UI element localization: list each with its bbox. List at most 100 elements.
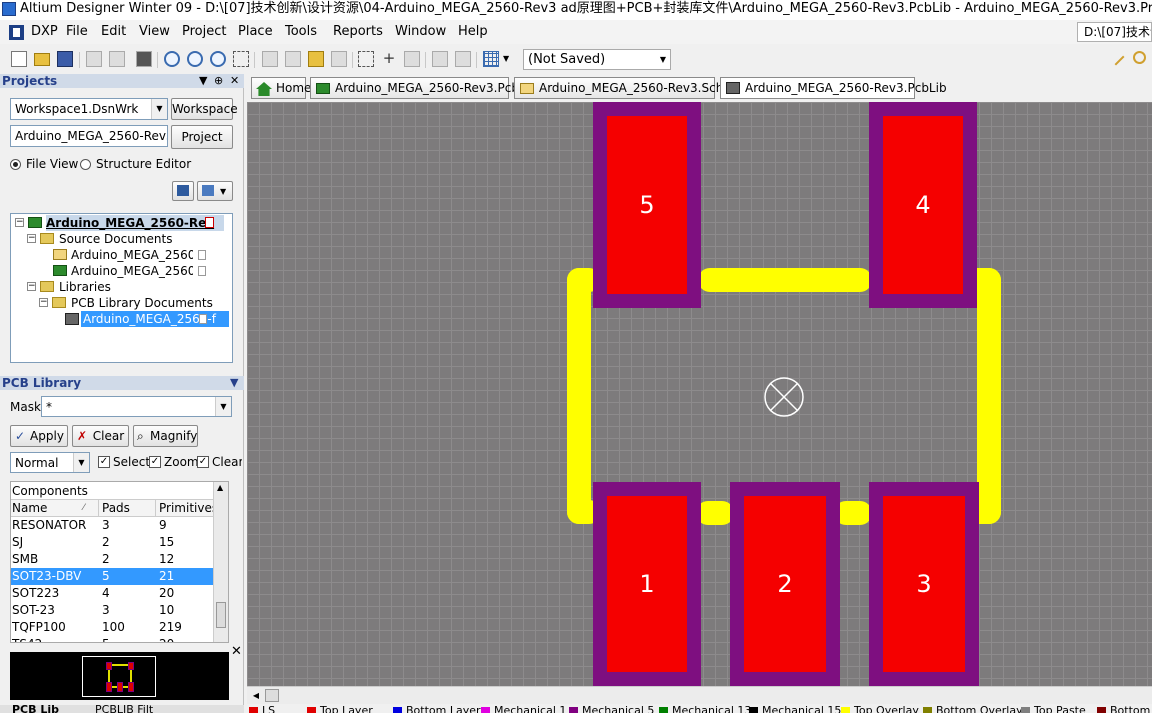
print-icon[interactable] — [86, 51, 102, 67]
dxp-icon[interactable] — [9, 25, 24, 40]
grid-icon[interactable] — [483, 51, 499, 67]
layer-tab[interactable]: LS — [249, 704, 275, 713]
structure-editor-radio[interactable] — [80, 159, 91, 170]
close-icon[interactable]: ✕ — [231, 644, 242, 659]
tree-doc-schdoc[interactable]: Arduino_MEGA_2560-Re — [53, 247, 223, 263]
rubber-stamp-icon[interactable] — [331, 51, 347, 67]
project-field[interactable]: Arduino_MEGA_2560-Rev3.PrjP — [10, 125, 168, 147]
layer-tab[interactable]: Mechanical 1 — [481, 704, 566, 713]
menu-place[interactable]: Place — [238, 20, 273, 44]
paste-icon[interactable] — [308, 51, 324, 67]
mask-combo[interactable]: * ▼ — [41, 396, 232, 417]
tree-doc-pcbdoc[interactable]: Arduino_MEGA_2560-Re — [53, 263, 223, 279]
layer-stack-icon[interactable] — [136, 51, 152, 67]
pad-1[interactable]: 1 — [593, 482, 701, 686]
pad-5[interactable]: 5 — [593, 102, 701, 308]
new-document-icon[interactable] — [11, 51, 27, 67]
pin-icon[interactable]: ⊕ — [214, 74, 223, 88]
pencil-icon[interactable] — [1107, 48, 1125, 66]
clear-existing-checkbox[interactable]: ✓ — [197, 456, 209, 468]
column-header-primitives[interactable]: Primitives — [159, 500, 218, 517]
zoom-checkbox[interactable]: ✓ — [149, 456, 161, 468]
tree-project[interactable]: − Arduino_MEGA_2560-Rev — [15, 215, 230, 231]
menu-file[interactable]: File — [66, 20, 88, 44]
tab-home[interactable]: Home — [251, 77, 311, 99]
workspace-button[interactable]: Workspace — [171, 98, 238, 120]
save-icon[interactable] — [57, 51, 73, 67]
layer-tab[interactable]: Bottom Solder — [1097, 704, 1152, 713]
table-row[interactable]: TS42 5 20 — [11, 636, 214, 642]
print-preview-icon[interactable] — [109, 51, 125, 67]
mode-combo[interactable]: Normal ▼ — [10, 452, 90, 473]
table-row[interactable]: SOT223 4 20 — [11, 585, 214, 602]
layer-tab[interactable]: Mechanical 13 — [659, 704, 751, 713]
layer-tab[interactable]: Top Overlay — [841, 704, 919, 713]
layer-tab[interactable]: Mechanical 5 — [569, 704, 654, 713]
zoom-area-icon[interactable] — [233, 51, 249, 67]
move-icon[interactable]: + — [381, 51, 397, 67]
target-icon[interactable] — [1133, 51, 1146, 64]
table-row[interactable]: SOT23-DBV 5 21 — [11, 568, 214, 585]
cut-icon[interactable] — [262, 51, 278, 67]
table-row[interactable]: SJ 2 15 — [11, 534, 214, 551]
table-row[interactable]: SMB 2 12 — [11, 551, 214, 568]
variant-combo[interactable]: (Not Saved) ▼ — [523, 49, 671, 70]
layer-tab[interactable]: Top Paste — [1021, 704, 1086, 713]
zoom-fit-icon[interactable] — [210, 51, 226, 67]
menu-tools[interactable]: Tools — [285, 20, 317, 44]
tab-pcblib-filter[interactable]: PCBLIB Filt — [95, 705, 153, 713]
deselect-icon[interactable] — [404, 51, 420, 67]
close-icon[interactable]: ✕ — [230, 74, 239, 88]
copy-icon[interactable] — [285, 51, 301, 67]
chevron-down-icon[interactable]: ▼ — [230, 376, 238, 390]
table-row[interactable]: SOT-23 3 10 — [11, 602, 214, 619]
layer-tab[interactable]: Bottom Layer — [393, 704, 481, 713]
tab-pcblib[interactable]: Arduino_MEGA_2560-Rev3.PcbLib — [720, 77, 947, 99]
undo-icon[interactable] — [432, 51, 448, 67]
components-scrollbar[interactable]: ▲ — [213, 482, 228, 642]
tab-pcb-lib[interactable]: PCB Lib — [12, 705, 59, 713]
scroll-thumb[interactable] — [216, 602, 226, 628]
select-checkbox[interactable]: ✓ — [98, 456, 110, 468]
scroll-up-icon[interactable]: ▲ — [217, 483, 223, 492]
project-options-button[interactable]: ▼ — [197, 181, 233, 201]
compile-button[interactable] — [172, 181, 194, 201]
menu-window[interactable]: Window — [395, 20, 446, 44]
layer-tab[interactable]: Bottom Overlay — [923, 704, 1023, 713]
tab-schdoc[interactable]: Arduino_MEGA_2560-Rev3.SchDoc — [514, 77, 746, 99]
menu-project[interactable]: Project — [182, 20, 226, 44]
menu-help[interactable]: Help — [458, 20, 488, 44]
clear-button[interactable]: ✗ Clear — [72, 425, 129, 447]
canvas-hscrollbar[interactable]: ◀ — [247, 686, 1152, 704]
magnify-button[interactable]: ⌕ Magnify — [133, 425, 198, 447]
pcb-canvas[interactable]: 5 4 1 2 3 — [247, 102, 1152, 686]
pad-2[interactable]: 2 — [730, 482, 840, 686]
pad-3[interactable]: 3 — [869, 482, 979, 686]
column-header-name[interactable]: Name — [12, 500, 47, 517]
project-button[interactable]: Project — [171, 125, 233, 149]
open-folder-icon[interactable] — [34, 53, 50, 66]
menu-view[interactable]: View — [139, 20, 170, 44]
zoom-out-icon[interactable] — [187, 51, 203, 67]
pad-4[interactable]: 4 — [869, 102, 977, 308]
tree-doc-pcblib[interactable]: Arduino_MEGA_2560-f — [65, 311, 229, 327]
table-row[interactable]: RESONATOR 3 9 — [11, 517, 214, 534]
tab-pcbdoc[interactable]: Arduino_MEGA_2560-Rev3.PcbDoc — [310, 77, 542, 99]
apply-button[interactable]: ✓ Apply — [10, 425, 68, 447]
layer-tab[interactable]: Mechanical 15 — [749, 704, 841, 713]
zoom-in-icon[interactable] — [164, 51, 180, 67]
grid-dropdown-icon[interactable]: ▼ — [503, 51, 519, 67]
table-row[interactable]: TQFP100 100 219 — [11, 619, 214, 636]
component-preview[interactable] — [10, 652, 229, 700]
file-view-radio[interactable] — [10, 159, 21, 170]
scroll-thumb[interactable] — [265, 689, 279, 702]
column-header-pads[interactable]: Pads — [102, 500, 130, 517]
menu-dxp[interactable]: DXP — [31, 20, 58, 44]
scroll-left-icon[interactable]: ◀ — [249, 689, 263, 702]
menu-edit[interactable]: Edit — [101, 20, 126, 44]
redo-icon[interactable] — [455, 51, 471, 67]
workspace-combo[interactable]: Workspace1.DsnWrk ▼ — [10, 98, 168, 120]
path-box[interactable]: D:\[07]技术创 — [1077, 22, 1152, 42]
menu-reports[interactable]: Reports — [333, 20, 383, 44]
select-area-icon[interactable] — [358, 51, 374, 67]
